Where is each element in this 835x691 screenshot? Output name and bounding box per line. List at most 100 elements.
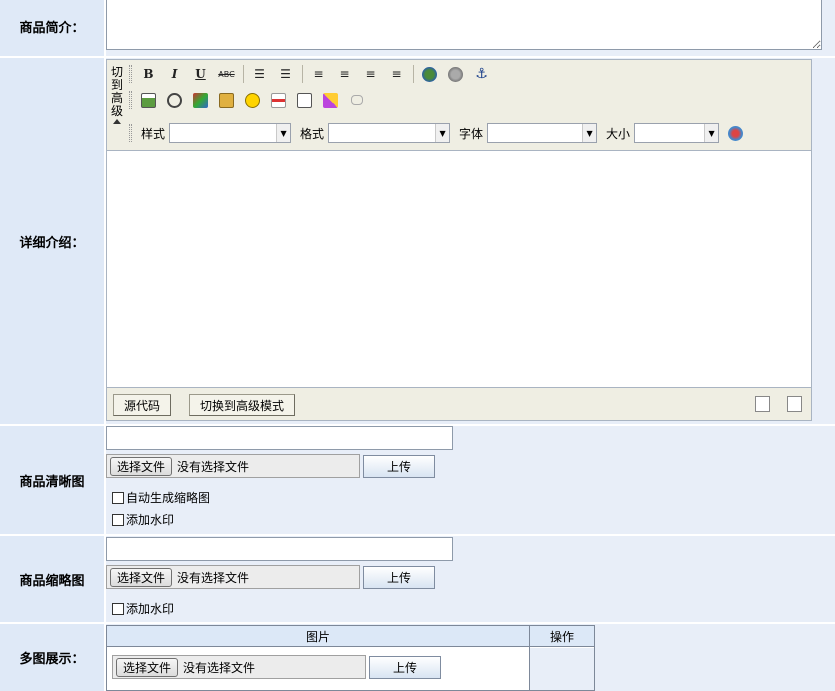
- font-label: 字体: [459, 126, 484, 141]
- align-justify-icon: ≡: [391, 67, 402, 81]
- gallery-upload-button[interactable]: 上传: [369, 656, 441, 679]
- insert-object-button[interactable]: [216, 90, 237, 111]
- anchor-button[interactable]: ⚓: [471, 64, 492, 85]
- thumbnail-file-picker[interactable]: 选择文件 没有选择文件: [106, 565, 360, 589]
- template-button[interactable]: [294, 90, 315, 111]
- smiley-icon: [245, 92, 260, 108]
- checkbox-box[interactable]: [112, 491, 124, 504]
- label-thumbnail: 商品缩略图: [0, 536, 104, 622]
- thumbnail-watermark-checkbox[interactable]: 添加水印: [112, 600, 174, 617]
- gallery-table: 图片 操作 选择文件 没有选择文件 上传: [106, 625, 595, 691]
- align-left-icon: ≡: [313, 67, 324, 81]
- insert-flash-button[interactable]: [164, 90, 185, 111]
- side-label-char: 级: [110, 104, 123, 118]
- switch-advanced-side-button[interactable]: 切 到 高 级: [110, 66, 124, 124]
- format-select[interactable]: ▼: [328, 123, 451, 143]
- page-break-button[interactable]: [268, 90, 289, 111]
- spellcheck-button[interactable]: [320, 90, 341, 111]
- toolbar-grip: [129, 65, 132, 83]
- align-center-icon: ≡: [339, 67, 350, 81]
- auto-thumbnail-label: 自动生成缩略图: [126, 491, 211, 505]
- clear-image-file-picker[interactable]: 选择文件 没有选择文件: [106, 454, 360, 478]
- no-file-text: 没有选择文件: [177, 459, 250, 474]
- source-code-button[interactable]: 源代码: [113, 394, 172, 416]
- toolbar-separator: [302, 65, 303, 83]
- size-select[interactable]: ▼: [634, 123, 720, 143]
- toolbar-grip: [129, 91, 132, 109]
- image-icon: [141, 92, 156, 108]
- editor-footer: 源代码 切换到高级模式: [107, 388, 811, 420]
- italic-button[interactable]: I: [164, 64, 185, 85]
- toolbar-row-1: B I U ABC ☰ ☰ ≡ ≡ ≡ ≡ ⚓: [129, 62, 497, 86]
- link-button[interactable]: [419, 64, 440, 85]
- ordered-list-icon: ☰: [254, 67, 265, 81]
- no-file-text: 没有选择文件: [177, 570, 250, 585]
- shrink-editor-icon[interactable]: [755, 396, 770, 412]
- toolbar-separator: [243, 65, 244, 83]
- gallery-file-picker[interactable]: 选择文件 没有选择文件: [112, 655, 366, 679]
- underline-button[interactable]: U: [190, 64, 211, 85]
- page-break-icon: [271, 92, 286, 108]
- ordered-list-button[interactable]: ☰: [249, 64, 270, 85]
- speech-bubble-icon: [350, 95, 363, 105]
- dropdown-arrow-icon: ▼: [704, 124, 719, 142]
- bold-button[interactable]: B: [138, 64, 159, 85]
- unlink-icon: [448, 66, 463, 82]
- media-icon: [193, 92, 208, 108]
- comment-button[interactable]: [346, 90, 367, 111]
- align-right-button[interactable]: ≡: [360, 64, 381, 85]
- flash-icon: [167, 92, 182, 108]
- style-select[interactable]: ▼: [169, 123, 292, 143]
- dropdown-arrow-icon: ▼: [435, 124, 450, 142]
- gallery-action-cell: [530, 648, 594, 690]
- font-select[interactable]: ▼: [487, 123, 598, 143]
- align-right-icon: ≡: [365, 67, 376, 81]
- toolbar-grip: [129, 124, 132, 142]
- no-file-text: 没有选择文件: [183, 660, 256, 675]
- format-label: 格式: [300, 126, 325, 141]
- clear-watermark-checkbox[interactable]: 添加水印: [112, 511, 174, 528]
- choose-file-button[interactable]: 选择文件: [116, 657, 179, 677]
- dropdown-arrow-icon: ▼: [582, 124, 597, 142]
- collapse-arrow-icon: [113, 119, 121, 124]
- strikethrough-button[interactable]: ABC: [216, 64, 237, 85]
- color-button[interactable]: [725, 123, 746, 144]
- rich-text-editor: 切 到 高 级 B I U ABC ☰ ☰ ≡ ≡ ≡ ≡ ⚓ 样式 ▼ 格式 …: [106, 59, 812, 421]
- insert-media-button[interactable]: [190, 90, 211, 111]
- watermark-label: 添加水印: [126, 513, 175, 527]
- label-clear-image: 商品清晰图: [0, 426, 104, 534]
- spellcheck-icon: [323, 92, 338, 108]
- color-palette-icon: [728, 125, 744, 141]
- align-center-button[interactable]: ≡: [334, 64, 355, 85]
- checkbox-box[interactable]: [112, 602, 124, 615]
- clear-image-path-input[interactable]: [106, 426, 453, 450]
- insert-image-button[interactable]: [138, 90, 159, 111]
- thumbnail-path-input[interactable]: [106, 537, 453, 561]
- template-icon: [297, 92, 312, 108]
- editor-content-area[interactable]: [107, 150, 811, 388]
- expand-editor-icon[interactable]: [787, 396, 802, 412]
- anchor-icon: ⚓: [475, 66, 488, 82]
- label-gallery: 多图展示：: [0, 624, 104, 691]
- clear-image-upload-button[interactable]: 上传: [363, 455, 435, 478]
- toolbar-row-3: 样式 ▼ 格式 ▼ 字体 ▼ 大小 ▼: [129, 121, 751, 145]
- watermark-label: 添加水印: [126, 602, 175, 616]
- thumbnail-upload-button[interactable]: 上传: [363, 566, 435, 589]
- align-left-button[interactable]: ≡: [308, 64, 329, 85]
- switch-advanced-button[interactable]: 切换到高级模式: [189, 394, 296, 416]
- toolbar-row-2: [129, 88, 372, 112]
- gallery-col-action: 操作: [530, 626, 594, 647]
- gallery-col-image: 图片: [107, 626, 529, 647]
- style-label: 样式: [141, 126, 166, 141]
- align-justify-button[interactable]: ≡: [386, 64, 407, 85]
- summary-textarea[interactable]: [106, 0, 822, 50]
- choose-file-button[interactable]: 选择文件: [110, 456, 173, 476]
- unlink-button[interactable]: [445, 64, 466, 85]
- unordered-list-button[interactable]: ☰: [275, 64, 296, 85]
- choose-file-button[interactable]: 选择文件: [110, 567, 173, 587]
- checkbox-box[interactable]: [112, 513, 124, 526]
- toolbar-separator: [413, 65, 414, 83]
- emoticon-button[interactable]: [242, 90, 263, 111]
- auto-thumbnail-checkbox[interactable]: 自动生成缩略图: [112, 489, 210, 506]
- label-details: 详细介绍：: [0, 58, 104, 424]
